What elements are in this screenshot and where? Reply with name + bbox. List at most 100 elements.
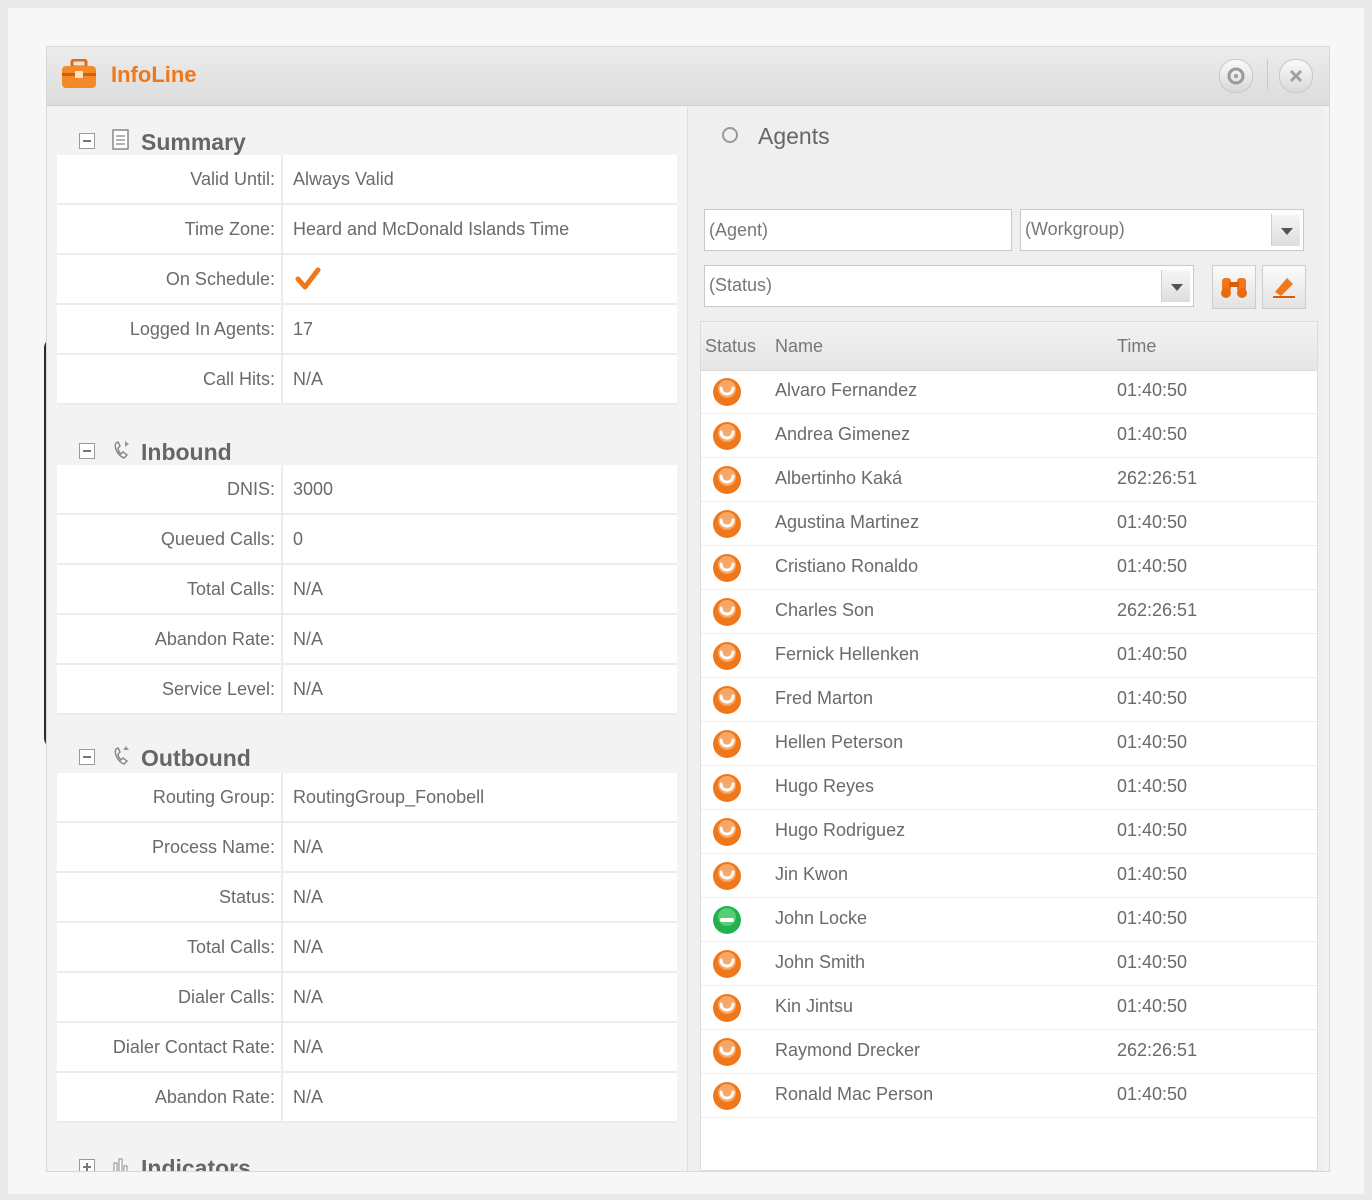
table-row[interactable]: Agustina Martinez 01:40:50 (701, 502, 1317, 546)
field-label: Call Hits: (57, 355, 283, 403)
agent-time: 01:40:50 (1117, 864, 1188, 884)
outbound-row-routing-group: Routing Group: RoutingGroup_Fonobell (57, 773, 677, 823)
outbound-phone-icon (114, 746, 129, 765)
field-label: Logged In Agents: (57, 305, 283, 353)
agent-time: 01:40:50 (1117, 996, 1188, 1016)
field-label: Total Calls: (57, 565, 283, 613)
agent-name: John Smith (775, 952, 866, 972)
field-label: Time Zone: (57, 205, 283, 253)
table-row[interactable]: Charles Son 262:26:51 (701, 590, 1317, 634)
column-header-time[interactable]: Time (1117, 336, 1156, 357)
busy-status-icon (713, 510, 741, 538)
busy-status-icon (713, 422, 741, 450)
agent-name: Charles Son (775, 600, 875, 620)
workgroup-select[interactable]: (Workgroup) (1020, 209, 1304, 251)
collapse-inbound-toggle[interactable] (79, 443, 95, 459)
bar-chart-icon (113, 1158, 128, 1171)
agent-time: 262:26:51 (1117, 468, 1198, 488)
busy-status-icon (713, 378, 741, 406)
clear-filter-button[interactable] (1262, 265, 1306, 309)
agent-name: Fred Marton (775, 688, 874, 708)
table-row[interactable]: Alvaro Fernandez 01:40:50 (701, 370, 1317, 414)
agent-name: Cristiano Ronaldo (775, 556, 919, 576)
outbound-row-abandon-rate: Abandon Rate: N/A (57, 1073, 677, 1123)
field-value: N/A (293, 369, 324, 389)
field-value: Always Valid (293, 169, 394, 189)
agent-name: Hugo Rodriguez (775, 820, 906, 840)
agent-filter-input[interactable] (704, 209, 1012, 251)
settings-button[interactable] (1219, 59, 1253, 93)
field-label: Queued Calls: (57, 515, 283, 563)
agent-name: Hellen Peterson (775, 732, 904, 752)
field-label: On Schedule: (57, 255, 283, 303)
busy-status-icon (713, 774, 741, 802)
busy-status-icon (713, 994, 741, 1022)
agent-name: Jin Kwon (775, 864, 849, 884)
field-value: Heard and McDonald Islands Time (293, 219, 570, 239)
inbound-row-total-calls: Total Calls: N/A (57, 565, 677, 615)
agents-table: Status Name Time Alvaro Fernandez 01:40:5… (700, 321, 1318, 1171)
agent-time: 01:40:50 (1117, 512, 1188, 532)
collapse-summary-toggle[interactable] (79, 133, 95, 149)
table-row[interactable]: Hellen Peterson 01:40:50 (701, 722, 1317, 766)
table-row[interactable]: John Smith 01:40:50 (701, 942, 1317, 986)
table-row[interactable]: Cristiano Ronaldo 01:40:50 (701, 546, 1317, 590)
busy-status-icon (713, 598, 741, 626)
chevron-down-icon[interactable] (1271, 214, 1300, 246)
table-row[interactable]: Albertinho Kaká 262:26:51 (701, 458, 1317, 502)
table-row[interactable]: Hugo Reyes 01:40:50 (701, 766, 1317, 810)
inbound-title: Inbound (141, 439, 232, 465)
status-select[interactable]: (Status) (704, 265, 1194, 307)
table-row[interactable]: John Locke 01:40:50 (701, 898, 1317, 942)
summary-section-header[interactable]: Summary (55, 113, 679, 161)
column-header-status[interactable]: Status (705, 336, 756, 357)
summary-row-time-zone: Time Zone: Heard and McDonald Islands Tim… (57, 205, 677, 255)
busy-status-icon (713, 686, 741, 714)
chevron-down-icon[interactable] (1161, 270, 1190, 302)
close-button[interactable] (1279, 59, 1313, 93)
table-row[interactable]: Raymond Drecker 262:26:51 (701, 1030, 1317, 1074)
collapse-outbound-toggle[interactable] (79, 749, 95, 765)
expand-indicators-toggle[interactable] (79, 1159, 95, 1171)
agents-icon (722, 127, 738, 143)
inbound-section-header[interactable]: Inbound (55, 423, 679, 471)
field-value: N/A (293, 1087, 324, 1107)
panel-titlebar: InfoLine (47, 47, 1329, 106)
table-row[interactable]: Hugo Rodriguez 01:40:50 (701, 810, 1317, 854)
table-row[interactable]: Ronald Mac Person 01:40:50 (701, 1074, 1317, 1118)
search-button[interactable] (1212, 265, 1256, 309)
indicators-section-header[interactable]: Indicators (55, 1139, 679, 1171)
table-row[interactable]: Fernick Hellenken 01:40:50 (701, 634, 1317, 678)
outbound-section-header[interactable]: Outbound (55, 729, 679, 777)
agent-time: 01:40:50 (1117, 908, 1188, 928)
toolbar-divider (1267, 59, 1268, 91)
field-label: Routing Group: (57, 773, 283, 821)
table-row[interactable]: Fred Marton 01:40:50 (701, 678, 1317, 722)
workgroup-select-value: (Workgroup) (1025, 219, 1125, 239)
field-value: N/A (293, 579, 324, 599)
busy-status-icon (713, 950, 741, 978)
agent-name: John Locke (775, 908, 868, 928)
agent-name: Ronald Mac Person (775, 1084, 934, 1104)
inbound-row-service-level: Service Level: N/A (57, 665, 677, 715)
column-header-name[interactable]: Name (775, 336, 823, 357)
outbound-row-total-calls: Total Calls: N/A (57, 923, 677, 973)
outbound-row-dialer-calls: Dialer Calls: N/A (57, 973, 677, 1023)
summary-row-on-schedule: On Schedule: (57, 255, 677, 305)
briefcase-icon (62, 59, 96, 88)
summary-row-logged-in-agents: Logged In Agents: 17 (57, 305, 677, 355)
agent-time: 01:40:50 (1117, 424, 1188, 444)
agents-title: Agents (758, 123, 830, 149)
agent-time: 262:26:51 (1117, 600, 1198, 620)
table-row[interactable]: Andrea Gimenez 01:40:50 (701, 414, 1317, 458)
outbound-row-status: Status: N/A (57, 873, 677, 923)
document-icon (112, 129, 129, 150)
table-row[interactable]: Kin Jintsu 01:40:50 (701, 986, 1317, 1030)
table-row[interactable]: Jin Kwon 01:40:50 (701, 854, 1317, 898)
field-value: 3000 (293, 479, 334, 499)
outbound-row-process-name: Process Name: N/A (57, 823, 677, 873)
busy-status-icon (713, 554, 741, 582)
agent-time: 01:40:50 (1117, 1084, 1188, 1104)
field-value: N/A (293, 937, 324, 957)
field-value: N/A (293, 1037, 324, 1057)
